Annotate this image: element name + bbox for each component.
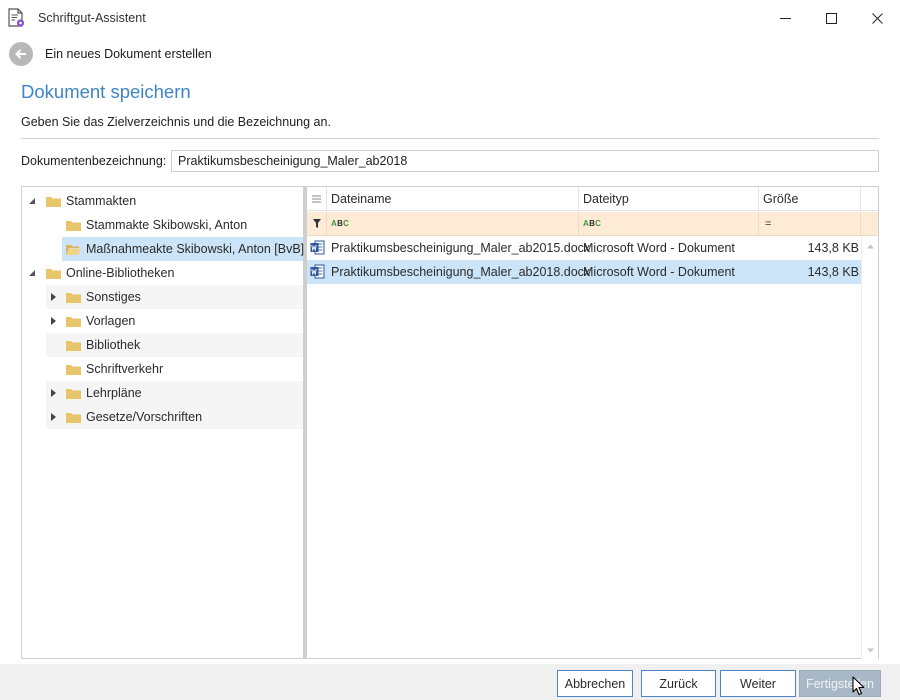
tree-item-vorlagen[interactable]: Vorlagen [22,309,303,333]
wizard-title: Ein neues Dokument erstellen [45,47,212,61]
cell-groesse: 143,8 KB [807,265,859,279]
docname-label: Dokumentenbezeichnung: [21,154,167,168]
maximize-icon [825,12,837,24]
title-bar: Schriftgut-Assistent [0,0,900,36]
filter-groesse[interactable]: = [759,212,861,235]
expanded-triangle-icon [29,270,35,276]
filter-dateityp[interactable]: ABC [579,212,759,235]
tree-item-online-bibliotheken[interactable]: Online-Bibliotheken [22,261,303,285]
file-grid: Dateiname Dateityp Größe ABC ABC = Prakt… [307,186,879,659]
table-row[interactable]: Praktikumsbescheinigung_Maler_ab2015.doc… [307,236,861,260]
folder-icon [66,317,81,327]
document-gear-icon [8,8,25,27]
tree-item-label: Online-Bibliotheken [66,266,175,280]
wizard-footer: Abbrechen Zurück Weiter Fertigstellen [0,664,900,700]
tree-item-label: Sonstiges [86,290,141,304]
divider [21,138,879,139]
tree-item-schriftverkehr[interactable]: Schriftverkehr [22,357,303,381]
filter-row: ABC ABC = [307,212,878,236]
folder-icon [46,269,61,279]
cell-groesse: 143,8 KB [807,241,859,255]
table-row-selected[interactable]: Praktikumsbescheinigung_Maler_ab2018.doc… [307,260,861,284]
wizard-nav: Ein neues Dokument erstellen [0,38,900,70]
folder-icon [46,197,61,207]
cell-dateiname: Praktikumsbescheinigung_Maler_ab2015.doc… [331,241,591,255]
tree-item-stammakten[interactable]: Stammakten [22,189,303,213]
back-button[interactable]: Zurück [641,670,716,697]
filter-dateiname[interactable]: ABC [327,212,579,235]
scroll-down-icon[interactable] [866,646,875,655]
scroll-up-icon[interactable] [866,242,875,251]
tree-item-bibliothek[interactable]: Bibliothek [22,333,303,357]
cell-dateiname: Praktikumsbescheinigung_Maler_ab2018.doc… [331,265,591,279]
grid-header: Dateiname Dateityp Größe [307,187,878,211]
collapsed-triangle-icon[interactable] [49,413,57,421]
cell-dateityp: Microsoft Word - Dokument [583,241,735,255]
folder-tree: Stammakten Stammakte Skibowski, Anton Ma… [21,186,304,659]
minimize-button[interactable] [762,0,808,36]
menu-lines-icon [312,195,321,203]
column-header-dateityp[interactable]: Dateityp [579,187,759,211]
cell-dateityp: Microsoft Word - Dokument [583,265,735,279]
folder-icon [66,341,81,351]
word-document-icon [310,264,325,279]
tree-item-sonstiges[interactable]: Sonstiges [22,285,303,309]
maximize-button[interactable] [808,0,854,36]
tree-item-label: Stammakten [66,194,137,208]
tree-item-label: Stammakte Skibowski, Anton [86,218,248,232]
close-button[interactable] [854,0,900,36]
open-folder-icon [66,245,81,255]
tree-item-label: Bibliothek [86,338,141,352]
tree-item-lehrplaene[interactable]: Lehrpläne [22,381,303,405]
column-menu-button[interactable] [307,187,327,211]
abc-filter-icon: ABC [583,219,602,228]
page-subtitle: Geben Sie das Zielverzeichnis und die Be… [21,115,331,129]
arrow-left-icon [15,49,26,59]
column-header-groesse[interactable]: Größe [759,187,861,211]
tree-item-label: Maßnahmeakte Skibowski, Anton [BvB] [86,242,305,256]
page-title: Dokument speichern [21,81,191,102]
tree-item-label: Gesetze/Vorschriften [86,410,203,424]
folder-icon [66,221,81,231]
tree-item-label: Vorlagen [86,314,136,328]
tree-item-label: Lehrpläne [86,386,142,400]
expanded-triangle-icon [29,198,35,204]
window-title: Schriftgut-Assistent [38,11,146,25]
word-document-icon [310,240,325,255]
minimize-icon [779,17,791,19]
folder-icon [66,389,81,399]
vertical-scrollbar[interactable] [861,237,878,659]
next-button[interactable]: Weiter [720,670,796,697]
funnel-icon [313,219,321,228]
tree-item-stammakte[interactable]: Stammakte Skibowski, Anton [22,213,303,237]
equals-operator: = [765,217,772,230]
back-nav-button[interactable] [9,42,33,66]
collapsed-triangle-icon[interactable] [49,317,57,325]
tree-item-massnahmeakte[interactable]: Maßnahmeakte Skibowski, Anton [BvB] [22,237,305,261]
tree-item-label: Schriftverkehr [86,362,164,376]
column-header-dateiname[interactable]: Dateiname [327,187,579,211]
abc-filter-icon: ABC [331,219,350,228]
finish-button[interactable]: Fertigstellen [799,670,881,697]
cancel-button[interactable]: Abbrechen [557,670,633,697]
folder-icon [66,365,81,375]
close-icon [871,12,883,24]
docname-input[interactable] [171,150,879,172]
filter-toggle[interactable] [307,212,327,235]
folder-icon [66,293,81,303]
collapsed-triangle-icon[interactable] [49,293,57,301]
folder-icon [66,413,81,423]
tree-item-gesetze[interactable]: Gesetze/Vorschriften [22,405,303,429]
collapsed-triangle-icon[interactable] [49,389,57,397]
mouse-cursor-icon [852,676,865,696]
